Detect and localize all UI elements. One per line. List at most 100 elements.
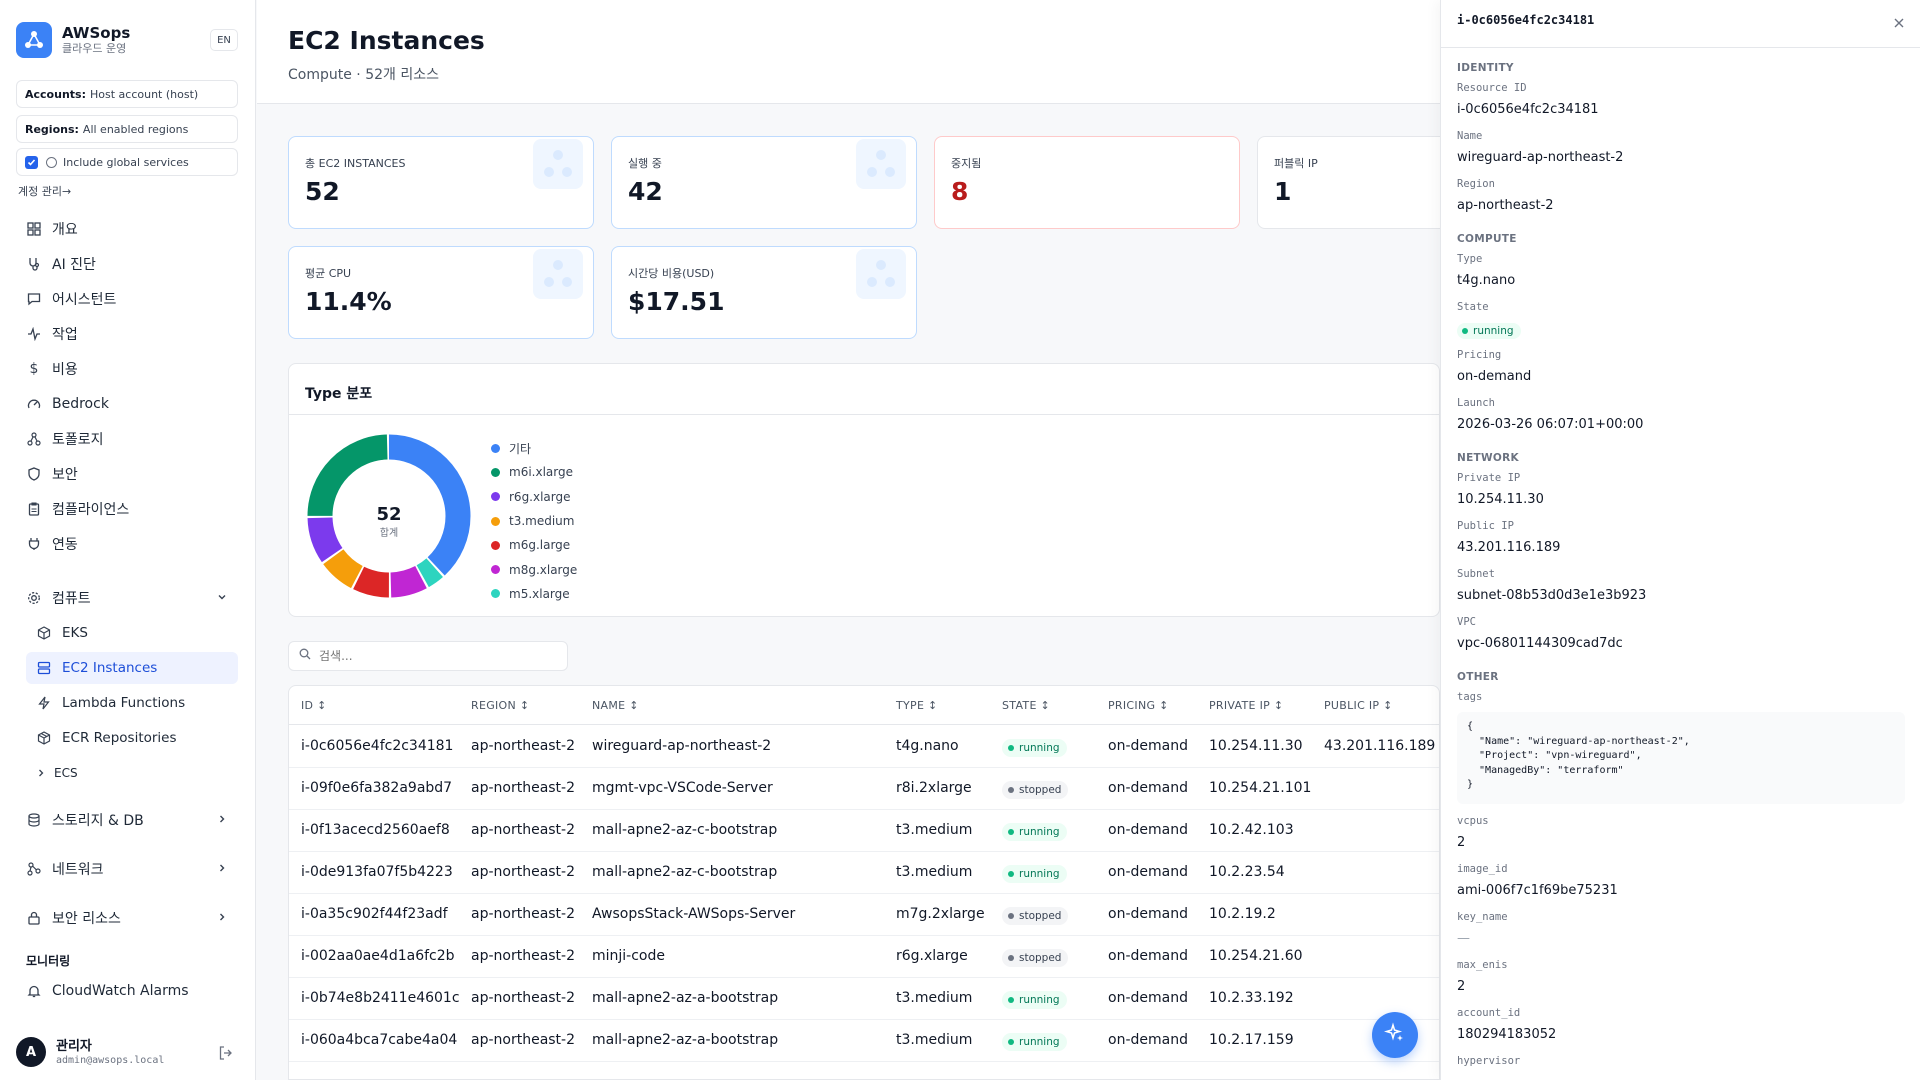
chevron-down-icon bbox=[216, 591, 228, 607]
nav-security-resources[interactable]: 보안 리소스 bbox=[16, 902, 238, 934]
cell-type: t3.medium bbox=[896, 990, 973, 1006]
cell-name: mall-apne2-az-a-bootstrap bbox=[592, 1032, 779, 1048]
nav-integration[interactable]: 연동 bbox=[16, 528, 238, 560]
nav-cloudwatch-alarms[interactable]: CloudWatch Alarms bbox=[16, 975, 238, 1007]
nav-topology[interactable]: 토폴로지 bbox=[16, 423, 238, 455]
nav-ec2-instances[interactable]: EC2 Instances bbox=[26, 652, 238, 684]
state-badge: running bbox=[1457, 323, 1521, 339]
status-badge: running bbox=[1002, 991, 1067, 1009]
field-key: Pricing bbox=[1457, 349, 1502, 361]
table-row[interactable]: i-002aa0ae4d1a6fc2b ap-northeast-2 minji-c… bbox=[289, 936, 1439, 978]
table-header: ID ↕ REGION ↕ NAME ↕ TYPE ↕ STATE ↕ PRIC… bbox=[289, 686, 1439, 725]
distribution-title: Type 분포 bbox=[305, 386, 373, 402]
account-management-link[interactable]: 계정 관리→ bbox=[18, 183, 71, 199]
column-header-name[interactable]: NAME ↕ bbox=[592, 699, 639, 712]
monitoring-section-label: 모니터링 bbox=[26, 954, 71, 968]
nav-ecr-repositories[interactable]: ECR Repositories bbox=[26, 722, 238, 754]
user-profile[interactable]: A 관리자 admin@awsops.local bbox=[16, 1037, 164, 1067]
stat-card-avg-cpu: 평균 CPU 11.4% bbox=[288, 246, 594, 339]
field-key: Public IP bbox=[1457, 520, 1514, 532]
legend-item: m6g.large bbox=[491, 533, 577, 557]
legend-color-dot bbox=[491, 565, 500, 575]
table-row[interactable]: i-060a4bca7cabe4a04 ap-northeast-2 mall-ap… bbox=[289, 1020, 1439, 1062]
field-subnet: subnet-08b53d0d3e1e3b923 bbox=[1457, 588, 1647, 603]
column-header-region[interactable]: REGION ↕ bbox=[471, 699, 529, 712]
cell-private-ip: 10.2.19.2 bbox=[1209, 906, 1276, 922]
cell-name: mall-apne2-az-c-bootstrap bbox=[592, 864, 778, 880]
nav-label: 보안 리소스 bbox=[52, 911, 121, 927]
accounts-selector[interactable]: Accounts: Host account (host) bbox=[16, 80, 238, 108]
legend-color-dot bbox=[491, 589, 500, 599]
cell-id: i-0f13acecd2560aef8 bbox=[301, 822, 450, 838]
nav-label: AI 진단 bbox=[52, 257, 96, 273]
field-key: Type bbox=[1457, 253, 1483, 265]
cell-pricing: on-demand bbox=[1108, 822, 1188, 838]
stat-value: 11.4% bbox=[305, 287, 392, 316]
table-row[interactable]: i-0de913fa07f5b4223 ap-northeast-2 mall-ap… bbox=[289, 852, 1439, 894]
cell-region: ap-northeast-2 bbox=[471, 864, 576, 880]
nav-ai-diagnosis[interactable]: AI 진단 bbox=[16, 248, 238, 280]
plug-icon bbox=[26, 536, 42, 552]
stat-card-running: 실행 중 42 bbox=[611, 136, 917, 229]
language-toggle-button[interactable]: EN bbox=[210, 29, 238, 51]
table-row[interactable]: i-0b74e8b2411e4601c ap-northeast-2 mall-ap… bbox=[289, 978, 1439, 1020]
nav-cost[interactable]: $ 비용 bbox=[16, 353, 238, 385]
cell-name: mall-apne2-az-a-bootstrap bbox=[592, 990, 779, 1006]
table-row[interactable]: i-09f0e6fa382a9abd7 ap-northeast-2 mgmt-vp… bbox=[289, 768, 1439, 810]
close-icon[interactable] bbox=[1892, 16, 1906, 34]
nav-assistant[interactable]: 어시스턴트 bbox=[16, 283, 238, 315]
nav-label: EC2 Instances bbox=[62, 660, 158, 676]
cell-type: t3.medium bbox=[896, 822, 973, 838]
field-launch: 2026-03-26 06:07:01+00:00 bbox=[1457, 417, 1644, 432]
status-badge: running bbox=[1002, 739, 1067, 757]
brand-subtitle: 클라우드 운영 bbox=[62, 42, 127, 55]
type-distribution-card: Type 분포 52 합계 기타 m6i.xlarge r6g.xlarge t3.m… bbox=[288, 363, 1440, 617]
search-input[interactable] bbox=[319, 649, 539, 663]
nav-lambda-functions[interactable]: Lambda Functions bbox=[26, 687, 238, 719]
nav-compliance[interactable]: 컴플라이언스 bbox=[16, 493, 238, 525]
status-text: running bbox=[1019, 1036, 1060, 1048]
ai-assistant-fab-button[interactable] bbox=[1372, 1012, 1418, 1058]
nav-overview[interactable]: 개요 bbox=[16, 213, 238, 245]
checkbox-checked-icon[interactable] bbox=[25, 155, 38, 169]
search-box[interactable] bbox=[288, 641, 568, 671]
column-header-id[interactable]: ID ↕ bbox=[301, 699, 327, 712]
column-header-pricing[interactable]: PRICING ↕ bbox=[1108, 699, 1169, 712]
table-row[interactable]: i-0c6056e4fc2c34181 ap-northeast-2 wiregua… bbox=[289, 726, 1439, 768]
panel-header: i-0c6056e4fc2c34181 bbox=[1441, 0, 1920, 48]
regions-selector[interactable]: Regions: All enabled regions bbox=[16, 115, 238, 143]
status-text: stopped bbox=[1019, 952, 1062, 964]
nav-compute[interactable]: 컴퓨트 bbox=[16, 582, 238, 614]
nav-storage-db[interactable]: 스토리지 & DB bbox=[16, 804, 238, 836]
nav-tasks[interactable]: 작업 bbox=[16, 318, 238, 350]
cell-name: wireguard-ap-northeast-2 bbox=[592, 738, 772, 754]
cell-type: t4g.nano bbox=[896, 738, 959, 754]
cell-id: i-0c6056e4fc2c34181 bbox=[301, 738, 454, 754]
cell-region: ap-northeast-2 bbox=[471, 1032, 576, 1048]
lock-icon bbox=[26, 910, 42, 926]
cluster-decor-icon bbox=[856, 139, 906, 189]
column-header-private-ip[interactable]: PRIVATE IP ↕ bbox=[1209, 699, 1283, 712]
brand[interactable]: AWSops 클라우드 운영 bbox=[16, 22, 130, 58]
logout-icon[interactable] bbox=[218, 1045, 234, 1065]
column-header-type[interactable]: TYPE ↕ bbox=[896, 699, 938, 712]
table-row[interactable]: i-0a35c902f44f23adf ap-northeast-2 AwsopsS… bbox=[289, 894, 1439, 936]
cluster-decor-icon bbox=[533, 139, 583, 189]
dashboard-icon bbox=[26, 221, 42, 237]
section-network: NETWORK bbox=[1457, 452, 1519, 464]
column-header-public-ip[interactable]: PUBLIC IP ↕ bbox=[1324, 699, 1393, 712]
nav-security[interactable]: 보안 bbox=[16, 458, 238, 490]
nav-ecs[interactable]: ECS bbox=[26, 757, 238, 789]
chat-icon bbox=[26, 291, 42, 307]
status-text: running bbox=[1019, 994, 1060, 1006]
table-row[interactable]: i-0f13acecd2560aef8 ap-northeast-2 mall-ap… bbox=[289, 810, 1439, 852]
nav-eks[interactable]: EKS bbox=[26, 617, 238, 649]
sparkle-icon bbox=[1383, 1022, 1406, 1048]
cell-private-ip: 10.254.21.101 bbox=[1209, 780, 1312, 796]
column-header-state[interactable]: STATE ↕ bbox=[1002, 699, 1050, 712]
nav-network[interactable]: 네트워크 bbox=[16, 853, 238, 885]
nav-bedrock[interactable]: Bedrock bbox=[16, 388, 238, 420]
include-global-toggle[interactable]: Include global services bbox=[16, 148, 238, 176]
instance-detail-panel: i-0c6056e4fc2c34181 IDENTITY Resource ID… bbox=[1440, 0, 1920, 1080]
status-text: running bbox=[1019, 868, 1060, 880]
